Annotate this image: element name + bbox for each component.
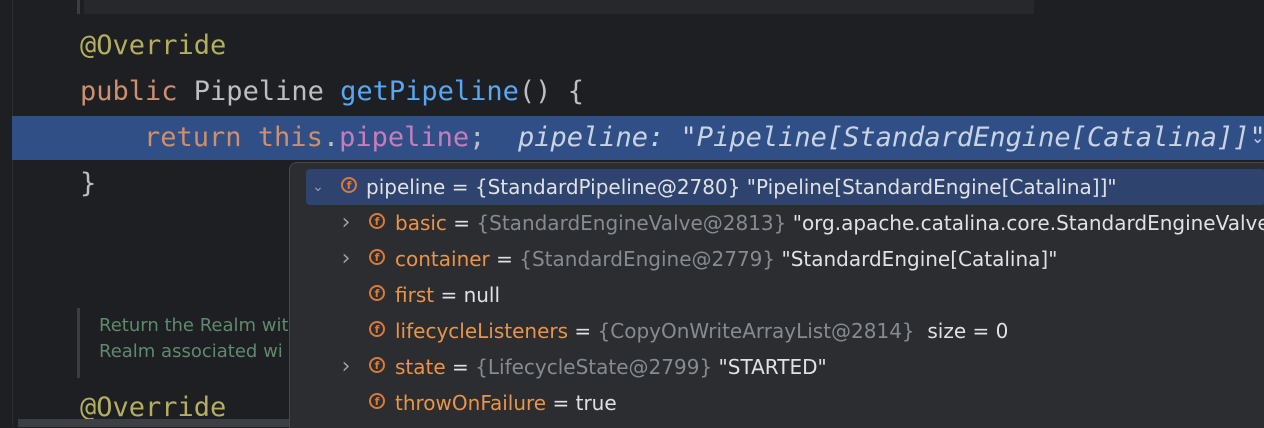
field-value: "org.apache.catalina.core.StandardEngine… bbox=[786, 211, 1264, 235]
doc-comment-fragment bbox=[84, 0, 1034, 14]
field-name: throwOnFailure bbox=[395, 391, 547, 415]
field-name: basic bbox=[395, 211, 447, 235]
chevron-right-icon[interactable]: › bbox=[338, 205, 354, 241]
field-value: "Pipeline[StandardEngine[Catalina]]" bbox=[740, 175, 1117, 199]
field-icon: f bbox=[369, 249, 385, 265]
separator: = bbox=[568, 319, 598, 343]
code-line-override[interactable]: @Override bbox=[80, 26, 226, 66]
debugger-value-popup[interactable]: ⌄ f pipeline = {StandardPipeline@2780} "Pi… bbox=[289, 162, 1264, 428]
code-token: return bbox=[144, 122, 258, 153]
code-token: Pipeline bbox=[193, 76, 341, 107]
field-name: state bbox=[395, 355, 446, 379]
tree-row-lifecycleListeners[interactable]: f lifecycleListeners = {CopyOnWriteArrayL… bbox=[290, 313, 1264, 349]
code-token: } bbox=[80, 168, 97, 199]
inline-debug-value-hint[interactable]: pipeline: "Pipeline[StandardEngine[Catal… bbox=[518, 118, 1264, 158]
code-line-closing-brace[interactable]: } bbox=[80, 164, 96, 204]
tree-row-first[interactable]: f first = null bbox=[290, 277, 1264, 313]
tree-row-text: container = {StandardEngine@2779} "Stand… bbox=[395, 241, 1057, 277]
field-value: "StandardEngine[Catalina]" bbox=[775, 247, 1058, 271]
code-token: this bbox=[257, 122, 323, 153]
tree-row-text: state = {LifecycleState@2799} "STARTED" bbox=[395, 349, 827, 385]
separator: = bbox=[489, 247, 520, 271]
separator: = bbox=[546, 391, 576, 415]
tree-row-throwOnFailure[interactable]: f throwOnFailure = true bbox=[290, 385, 1264, 421]
object-reference: {StandardEngineValve@2813} bbox=[476, 211, 787, 235]
field-value: "STARTED" bbox=[712, 355, 827, 379]
chevron-down-icon[interactable]: ⌄ bbox=[310, 169, 326, 205]
separator: = bbox=[445, 355, 476, 379]
field-icon: f bbox=[341, 177, 357, 193]
field-icon: f bbox=[369, 357, 385, 373]
code-token: @Override bbox=[80, 30, 227, 61]
field-name: container bbox=[395, 247, 490, 271]
code-token: () { bbox=[518, 76, 584, 107]
field-name: lifecycleListeners bbox=[395, 319, 569, 343]
field-name: pipeline bbox=[366, 175, 446, 199]
tree-row-text: pipeline = {StandardPipeline@2780} "Pipe… bbox=[366, 169, 1117, 205]
code-token: pipeline bbox=[339, 122, 470, 153]
separator: = bbox=[445, 175, 475, 199]
field-value: null bbox=[463, 283, 501, 307]
field-name: first bbox=[395, 283, 435, 307]
doc-comment-line: Realm associated wi bbox=[99, 341, 283, 362]
tree-row-text: basic = {StandardEngineValve@2813} "org.… bbox=[395, 205, 1264, 241]
tree-row-text: first = null bbox=[395, 277, 500, 313]
tree-row-pipeline[interactable]: ⌄ f pipeline = {StandardPipeline@2780} "Pi… bbox=[306, 169, 1264, 205]
object-reference: {StandardEngine@2779} bbox=[519, 247, 776, 271]
chevron-right-icon[interactable]: › bbox=[338, 349, 354, 385]
tree-row-state[interactable]: › f state = {LifecycleState@2799} "STARTED… bbox=[290, 349, 1264, 385]
object-reference: {CopyOnWriteArrayList@2814} bbox=[597, 319, 915, 343]
code-token: ; bbox=[469, 122, 486, 153]
code-token: getPipeline bbox=[340, 76, 519, 107]
doc-comment-bar bbox=[77, 0, 80, 14]
chevron-right-icon[interactable]: › bbox=[338, 241, 354, 277]
code-token: . bbox=[322, 122, 340, 153]
separator: = bbox=[446, 211, 477, 235]
field-value: true bbox=[575, 391, 617, 415]
chevron-down-icon[interactable]: ⌄ bbox=[1251, 118, 1264, 158]
code-token: public bbox=[80, 76, 194, 107]
field-icon: f bbox=[369, 285, 385, 301]
field-icon: f bbox=[369, 393, 385, 409]
doc-comment-bar bbox=[77, 308, 80, 378]
tree-row-text: throwOnFailure = true bbox=[395, 385, 617, 421]
tree-row-basic[interactable]: › f basic = {StandardEngineValve@2813} "or… bbox=[290, 205, 1264, 241]
field-icon: f bbox=[369, 321, 385, 337]
field-icon: f bbox=[369, 213, 385, 229]
code-line-method-signature[interactable]: public Pipeline getPipeline() { bbox=[80, 72, 584, 112]
object-reference: {StandardPipeline@2780} bbox=[474, 175, 741, 199]
gutter-divider bbox=[12, 0, 13, 427]
tree-row-text: lifecycleListeners = {CopyOnWriteArrayLi… bbox=[395, 313, 1008, 349]
code-line-return-statement[interactable]: return this.pipeline; bbox=[144, 118, 485, 158]
tree-row-container[interactable]: › f container = {StandardEngine@2779} "Sta… bbox=[290, 241, 1264, 277]
separator: = bbox=[434, 283, 464, 307]
doc-comment-line: Return the Realm wit bbox=[99, 315, 289, 336]
field-value: size = 0 bbox=[914, 319, 1009, 343]
object-reference: {LifecycleState@2799} bbox=[475, 355, 713, 379]
horizontal-scrollbar[interactable] bbox=[18, 419, 294, 427]
